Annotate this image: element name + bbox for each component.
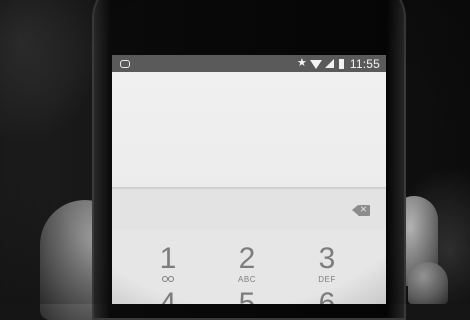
status-time: 11:55: [349, 56, 380, 71]
dialer-number-area: [112, 72, 386, 187]
phone-screen: ★ 11:55 1 2 ABC 3 DEF 4 5 6: [112, 55, 386, 304]
key-digit: 4: [159, 287, 177, 305]
star-icon: ★: [296, 57, 307, 69]
dialed-number-field[interactable]: [112, 190, 386, 230]
battery-icon: [338, 58, 344, 69]
key-digit: 1: [159, 242, 177, 275]
dialpad-key-3[interactable]: 3 DEF: [297, 242, 357, 285]
status-bar: ★ 11:55: [112, 55, 386, 72]
signal-icon: [324, 59, 334, 68]
dialpad-key-6[interactable]: 6: [297, 287, 357, 305]
status-icons: ★ 11:55: [297, 56, 380, 71]
key-digit: 6: [318, 287, 336, 305]
right-finger: [408, 262, 448, 304]
voicemail-icon: [162, 276, 174, 282]
wifi-icon: [309, 59, 322, 69]
key-letters: DEF: [318, 275, 336, 284]
dialpad-key-2[interactable]: 2 ABC: [217, 242, 277, 285]
key-letters: ABC: [238, 275, 256, 284]
key-digit: 3: [318, 242, 336, 275]
dialpad: 1 2 ABC 3 DEF 4 5 6: [112, 230, 386, 304]
key-digit: 5: [238, 287, 256, 305]
key-digit: 2: [238, 242, 256, 275]
notification-icon: [120, 60, 130, 68]
dialpad-key-1[interactable]: 1: [138, 244, 198, 282]
backspace-icon[interactable]: [352, 202, 370, 216]
dialpad-key-4[interactable]: 4: [138, 287, 198, 305]
dialpad-key-5[interactable]: 5: [217, 287, 277, 305]
